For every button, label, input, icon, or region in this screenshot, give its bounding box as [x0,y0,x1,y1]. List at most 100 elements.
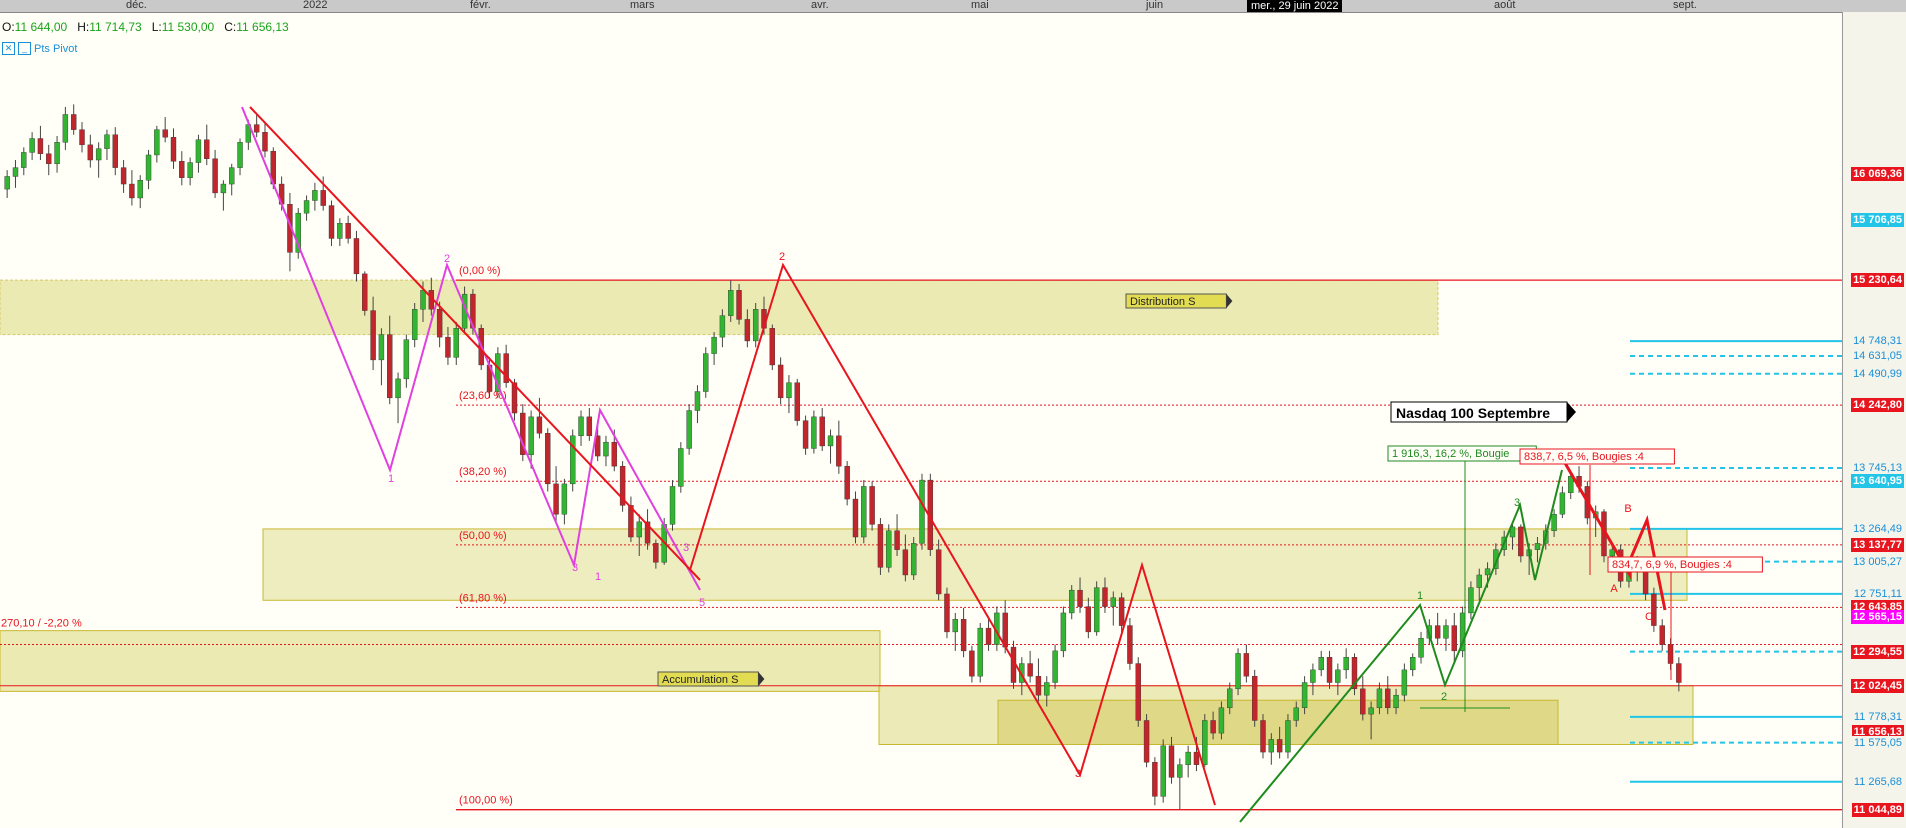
candle-body [162,129,168,138]
time-tick-label: déc. [126,0,147,11]
pivot-label: Pts Pivot [34,42,78,55]
fib-level-label: (0,00 %) [459,265,501,277]
candle-body [902,549,909,576]
candle-body [1476,574,1482,588]
candle-body [411,309,418,340]
candle-body [1609,549,1616,557]
candle-body [944,593,950,633]
candle-body [811,416,817,449]
candle-body [1443,625,1449,639]
red-trend-line [249,106,701,581]
price-level-label: 15 230,64 [1851,273,1904,288]
fib-level-label: (38,20 %) [459,466,507,478]
price-level-label: 13 264,49 [1851,521,1904,536]
candle-body [886,530,892,568]
candle-body [777,364,784,399]
candle-body [312,190,318,201]
candle-body [237,142,243,168]
chart-window: { "header": { "ohlc": {"o_label":"O:","o… [0,0,1906,828]
candle-body [229,167,235,185]
candle-body [1035,675,1042,696]
wave-label: 1 [388,473,394,485]
candle-body [1368,707,1374,715]
candle-body [1177,764,1183,778]
candle-body [12,167,19,177]
pivot-indicator-toggle[interactable]: ✕ _ Pts Pivot [2,42,77,55]
candle-body [703,353,709,392]
candle-body [1152,762,1158,797]
price-level-label: 13 137,77 [1851,537,1904,552]
candle-body [179,161,185,178]
candle-body [370,310,376,361]
candle-body [1193,751,1200,765]
candle-body [877,524,884,568]
time-tick-label: 2022 [303,0,328,11]
candle-body [112,134,118,168]
candle-body [62,114,69,143]
candle-body [1027,663,1033,677]
instrument-title: Nasdaq 100 Septembre [1396,405,1550,421]
accumulation-zone-core [997,699,1559,746]
candle-body [337,223,343,239]
candle-body [1052,650,1058,683]
candle-body [744,319,751,342]
candle-body [1251,675,1258,721]
candle-body [453,328,459,358]
minimize-icon[interactable]: _ [18,42,31,55]
candle-body [861,486,867,538]
candle-body [303,200,310,214]
candle-body [445,336,451,358]
candle-body [29,138,35,153]
candle-body [919,479,925,544]
price-level-label: 14 748,31 [1851,334,1904,349]
candle-body [79,129,85,146]
candle-body [154,129,160,156]
candle-body [1260,720,1266,753]
wave-label: 1 [1417,590,1423,602]
candle-body [195,139,202,163]
candle-body [1127,625,1133,664]
candle-body [170,137,177,162]
price-axis[interactable] [1842,12,1906,828]
candle-body [827,435,834,447]
candle-body [95,148,102,161]
candle-body [1285,720,1291,753]
candle-body [553,483,559,515]
high-value: 11 714,73 [89,20,142,34]
candle-body [536,416,543,434]
candle-body [1077,589,1083,607]
candle-body [1659,625,1665,645]
time-axis[interactable]: mer., 29 juin 2022 déc. 2022 févr. mars avr.… [0,0,1906,13]
close-value: 11 656,13 [236,20,289,34]
candle-body [1227,688,1233,709]
candle-body [561,483,568,515]
candle-body [728,290,734,316]
candle-body [935,549,942,595]
candle-body [387,334,393,399]
candle-body [1069,589,1075,614]
candle-body [969,650,975,677]
candle-body [960,619,967,652]
price-chart[interactable]: (0,00 %) (23,60 %) (38,20 %) (50,00 %) (61,8… [0,0,1906,828]
candle-body [977,627,983,677]
close-icon[interactable]: ✕ [2,42,15,55]
candle-body [1185,751,1191,765]
candle-body [1393,694,1399,709]
candle-body [212,158,218,194]
fib-level-label: (50,00 %) [459,530,507,542]
candle-body [137,180,143,199]
candle-body [262,131,268,152]
open-label: O: [2,20,15,34]
candle-body [1534,543,1541,550]
candle-body [844,465,850,500]
candle-body [1410,657,1416,671]
measure-label: 1 916,3, 16,2 %, Bougie [1392,448,1509,460]
candle-body [611,441,617,467]
candle-body [678,448,684,487]
open-value: 11 644,00 [14,20,68,34]
candle-body [1360,688,1366,715]
candle-body [1335,669,1341,683]
candle-body [46,153,52,165]
candle-body [37,138,44,154]
candle-body [578,416,584,437]
